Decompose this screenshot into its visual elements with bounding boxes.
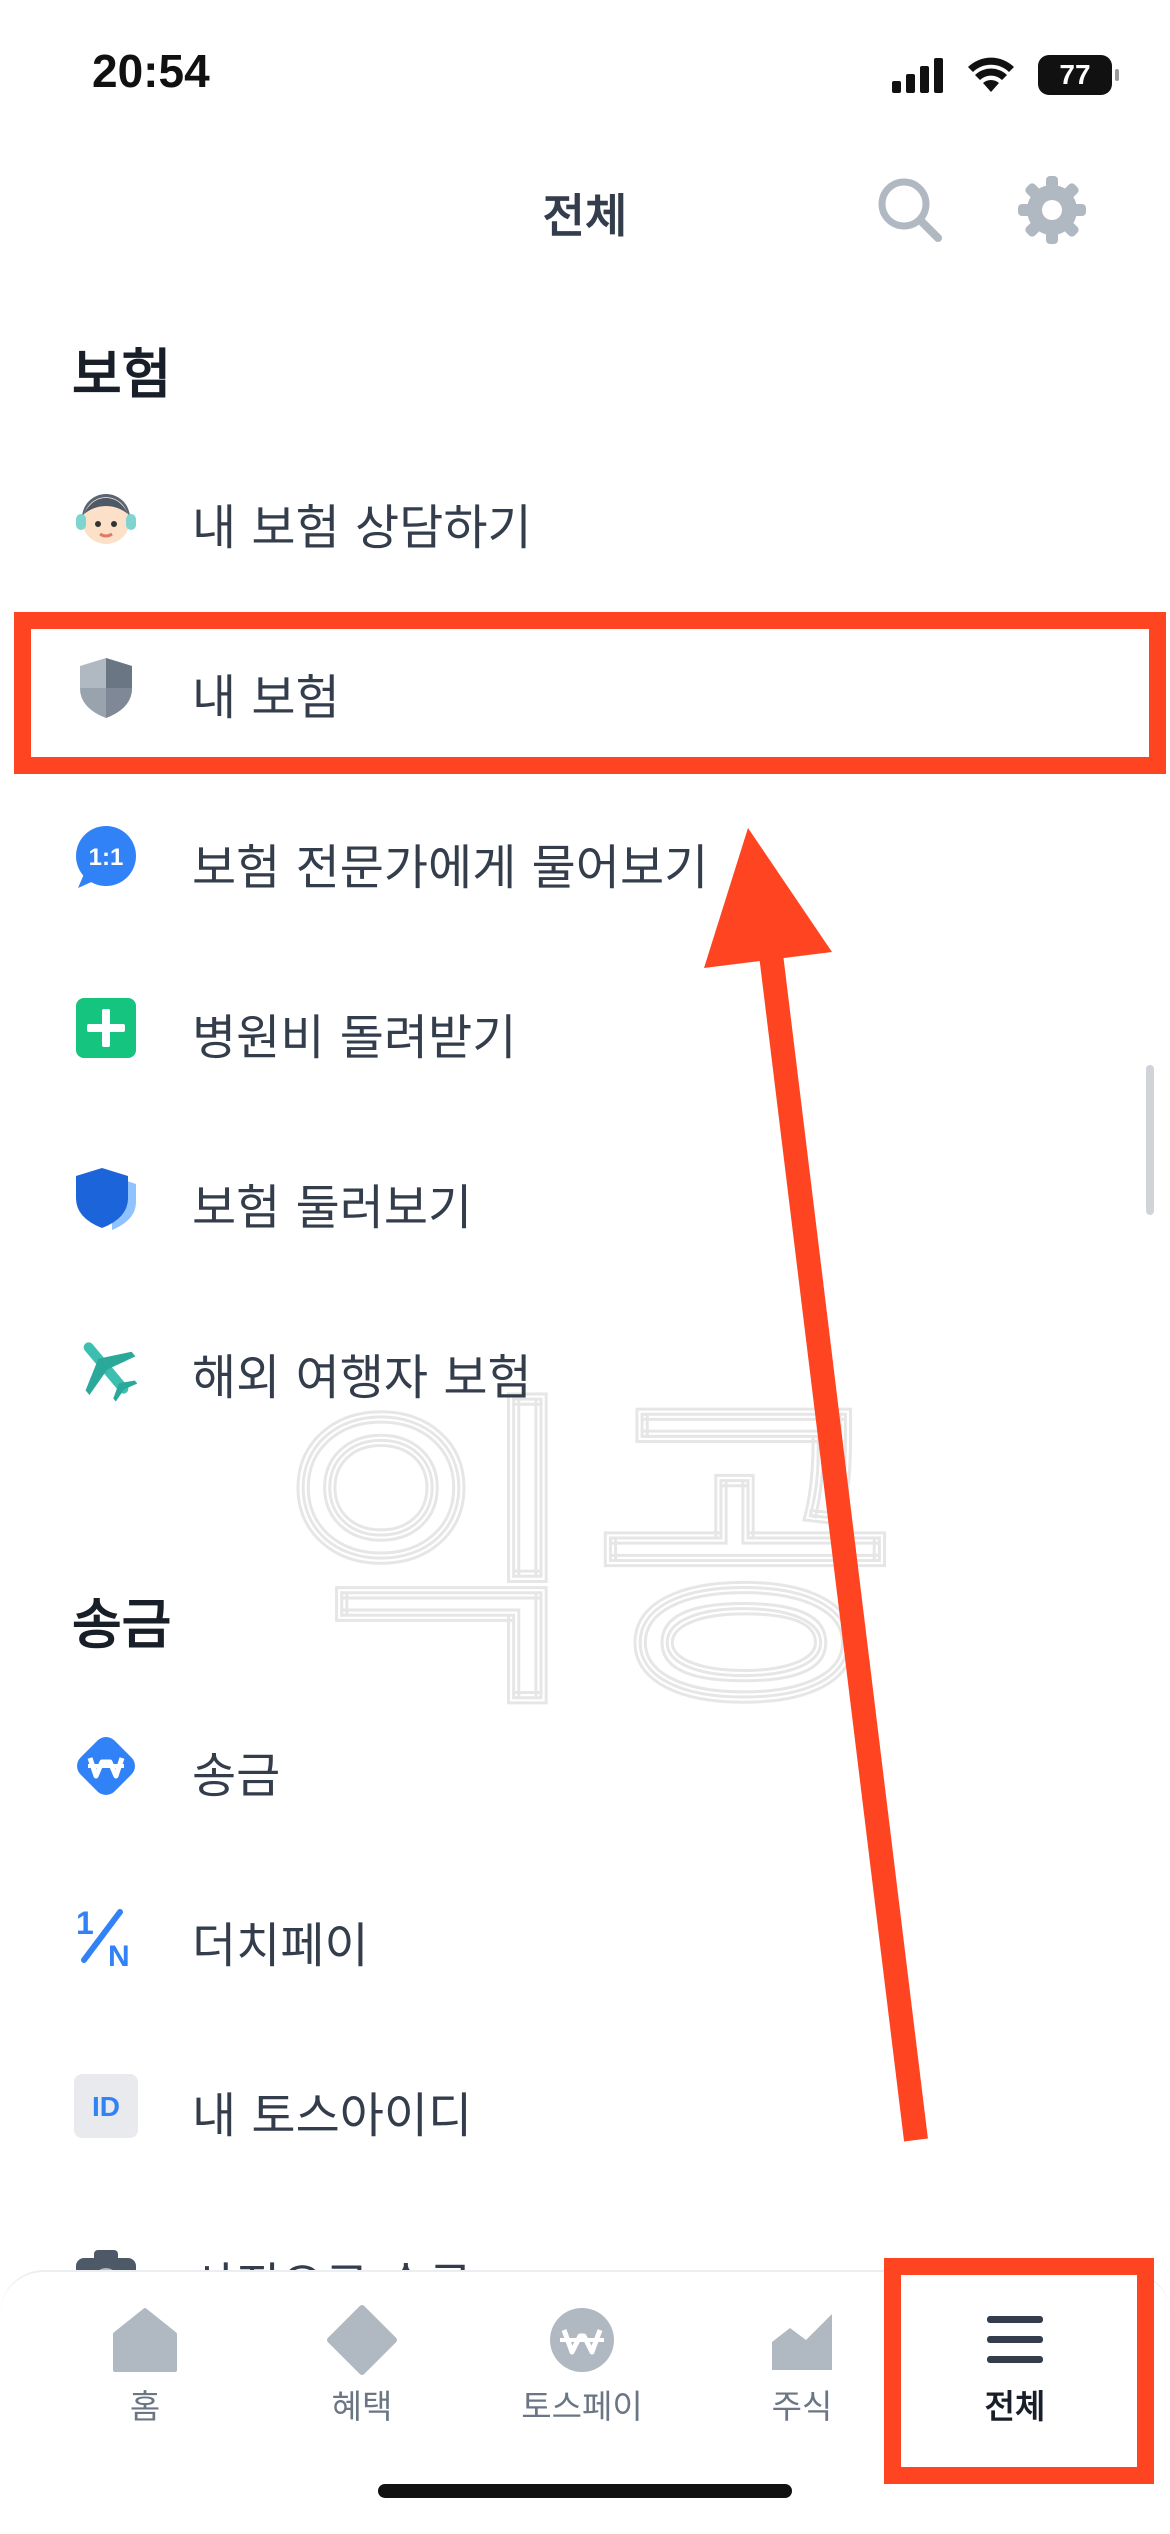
tab-benefits[interactable]: 혜택	[252, 2272, 472, 2442]
tab-toss-pay[interactable]: 토스페이	[472, 2272, 692, 2442]
highlight-box-tab-all	[884, 2258, 1154, 2484]
tab-label: 혜택	[331, 2387, 393, 2426]
tab-label: 토스페이	[521, 2387, 643, 2426]
tab-label: 주식	[771, 2387, 833, 2426]
home-icon	[113, 2308, 177, 2372]
pay-icon	[550, 2308, 614, 2372]
annotation-arrow	[704, 828, 928, 2142]
chart-icon	[772, 2314, 832, 2370]
tab-stocks[interactable]: 주식	[692, 2272, 912, 2442]
tab-home[interactable]: 홈	[35, 2272, 255, 2442]
tab-label: 홈	[129, 2387, 161, 2426]
home-indicator	[378, 2484, 792, 2498]
diamond-icon	[327, 2305, 397, 2375]
